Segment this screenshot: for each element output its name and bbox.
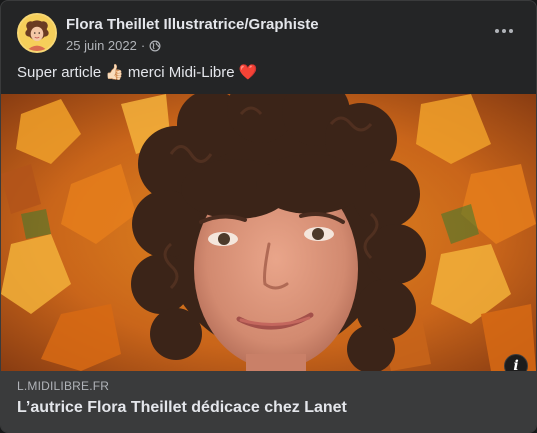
caption-text-end: merci Midi-Libre <box>127 63 235 81</box>
more-options-icon[interactable] <box>486 17 522 45</box>
portrait-photo <box>1 94 536 371</box>
dot <box>502 29 506 33</box>
author-name[interactable]: Flora Theillet Illustratrice/Graphiste <box>66 16 319 33</box>
author-avatar[interactable] <box>17 13 57 53</box>
avatar-illustration <box>19 15 55 51</box>
caption-text-start: Super article <box>17 63 102 81</box>
meta-separator: · <box>140 38 146 53</box>
post-date[interactable]: 25 juin 2022 <box>66 38 137 53</box>
heart-emoji-icon: ❤️ <box>238 64 258 81</box>
thumbs-up-emoji-icon: 👍🏻 <box>105 64 124 81</box>
post-header: Flora Theillet Illustratrice/Graphiste 2… <box>17 13 522 55</box>
link-preview-image[interactable]: i <box>1 94 536 371</box>
info-icon[interactable]: i <box>504 354 528 371</box>
dot <box>509 29 513 33</box>
post-meta: 25 juin 2022 · <box>66 38 161 53</box>
globe-icon <box>149 40 161 51</box>
facebook-post-card: Flora Theillet Illustratrice/Graphiste 2… <box>0 0 537 433</box>
link-preview-footer[interactable]: L.MIDILIBRE.FR L’autrice Flora Theillet … <box>1 371 536 432</box>
dot <box>495 29 499 33</box>
link-preview-card[interactable]: i L.MIDILIBRE.FR L’autrice Flora Theille… <box>1 94 536 432</box>
link-domain: L.MIDILIBRE.FR <box>17 379 110 393</box>
post-caption: Super article 👍🏻 merci Midi-Libre ❤️ <box>17 63 258 82</box>
link-title[interactable]: L’autrice Flora Theillet dédicace chez L… <box>17 399 520 417</box>
